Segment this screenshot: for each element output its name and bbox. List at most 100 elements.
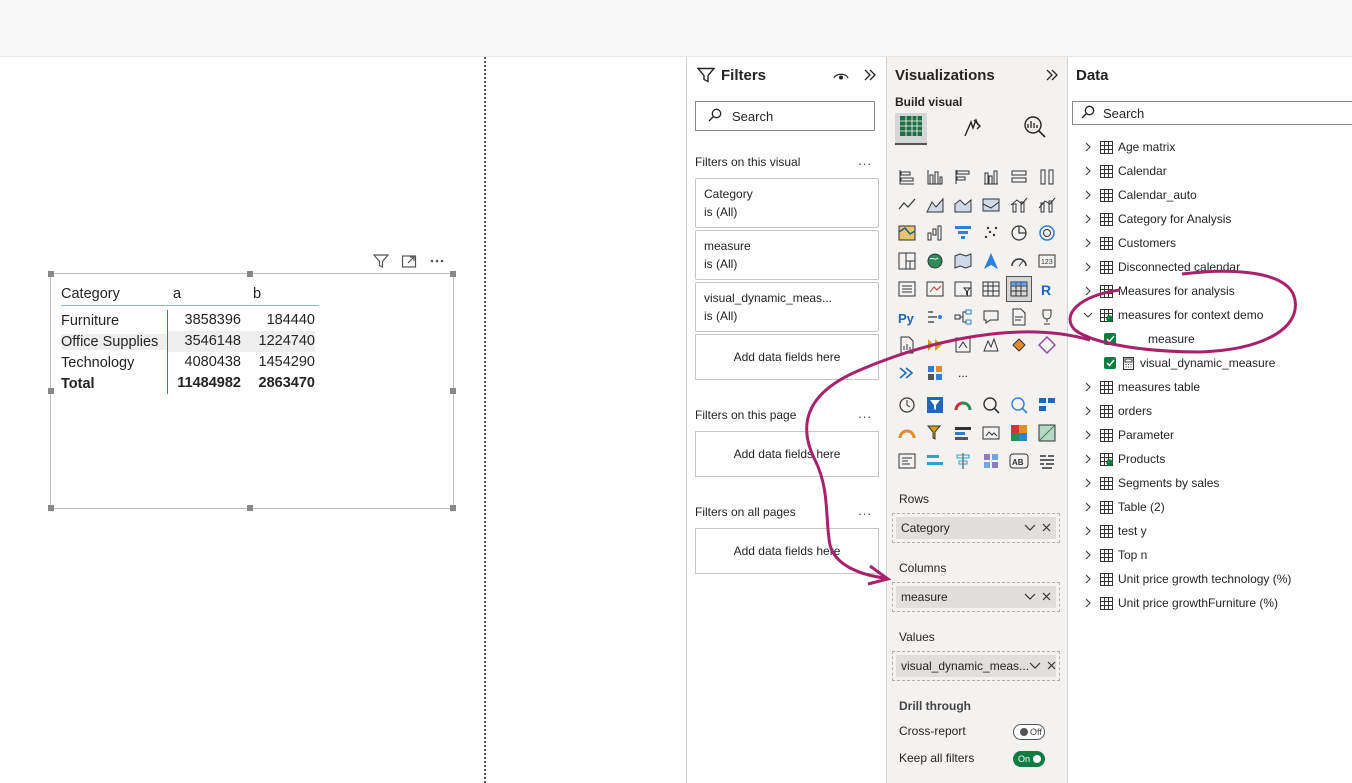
clustered-bar-chart-icon[interactable] <box>951 165 975 189</box>
table-item[interactable]: Unit price growthFurniture (%) <box>1082 591 1291 615</box>
add-visual-filter-drop[interactable]: Add data fields here <box>695 334 879 380</box>
narrative-icon[interactable] <box>1007 305 1031 329</box>
power-automate-icon[interactable] <box>923 333 947 357</box>
data-search-input[interactable]: Search <box>1072 101 1352 125</box>
card-icon[interactable]: 123 <box>1035 249 1059 273</box>
100-stacked-bar-icon[interactable] <box>1007 165 1031 189</box>
100-stacked-column-icon[interactable] <box>1035 165 1059 189</box>
filter-card-category[interactable]: Category is (All) <box>695 178 879 228</box>
chevron-right-icon[interactable] <box>1082 142 1094 152</box>
table-item[interactable]: Table (2) <box>1082 495 1291 519</box>
gauge-color-icon[interactable] <box>951 393 975 417</box>
header-a[interactable]: a <box>173 286 253 302</box>
tornado-chart-icon[interactable] <box>951 449 975 473</box>
header-category[interactable]: Category <box>61 286 173 302</box>
table-item[interactable]: Age matrix <box>1082 135 1291 159</box>
filter-icon[interactable] <box>372 252 390 270</box>
pie-chart-icon[interactable] <box>1007 221 1031 245</box>
table-item[interactable]: Products <box>1082 447 1291 471</box>
image-visual-icon[interactable] <box>979 421 1003 445</box>
resize-handle[interactable] <box>247 505 253 511</box>
more-visuals-icon[interactable]: ... <box>951 361 975 385</box>
paginated-report-icon[interactable] <box>895 333 919 357</box>
line-clustered-column-icon[interactable] <box>1007 193 1031 217</box>
chevron-right-icon[interactable] <box>1082 454 1094 464</box>
values-field-pill[interactable]: visual_dynamic_meas... <box>896 655 1056 677</box>
keep-all-filters-toggle[interactable]: On <box>1013 751 1045 767</box>
waterfall-chart-icon[interactable] <box>895 221 919 245</box>
resize-handle[interactable] <box>450 388 456 394</box>
timeline-icon[interactable] <box>951 421 975 445</box>
table-item[interactable]: orders <box>1082 399 1291 423</box>
table-row[interactable]: Technology 4080438 1454290 <box>61 352 319 373</box>
table-item[interactable]: test y <box>1082 519 1291 543</box>
line-stacked-column-icon[interactable] <box>1035 193 1059 217</box>
close-icon[interactable] <box>1047 659 1056 673</box>
table-item[interactable]: measures table <box>1082 375 1291 399</box>
chevron-right-icon[interactable] <box>1082 406 1094 416</box>
chevron-down-icon[interactable] <box>1029 659 1041 673</box>
table-item[interactable]: Category for Analysis <box>1082 207 1291 231</box>
chevron-right-icon[interactable] <box>1082 286 1094 296</box>
chevron-right-icon[interactable] <box>1082 430 1094 440</box>
close-icon[interactable] <box>1042 590 1051 604</box>
table-row[interactable]: Office Supplies 3546148 1224740 <box>61 331 319 352</box>
gradient-visual-icon[interactable] <box>1035 421 1059 445</box>
build-tab-fields[interactable] <box>895 113 927 145</box>
total-row[interactable]: Total 11484982 2863470 <box>61 373 319 394</box>
chevron-right-icon[interactable] <box>1082 166 1094 176</box>
chevron-right-icon[interactable] <box>1082 550 1094 560</box>
table-item[interactable]: Unit price growth technology (%) <box>1082 567 1291 591</box>
kpi-icon[interactable] <box>923 277 947 301</box>
rows-well[interactable]: Category <box>892 513 1060 543</box>
table-item[interactable]: Calendar <box>1082 159 1291 183</box>
filled-map-icon[interactable] <box>951 249 975 273</box>
word-cloud-icon[interactable] <box>1035 449 1059 473</box>
checkbox-checked-icon[interactable] <box>1104 333 1116 345</box>
blocks-visual-icon[interactable] <box>1035 393 1059 417</box>
table-item[interactable]: Customers <box>1082 231 1291 255</box>
table-item[interactable]: Calendar_auto <box>1082 183 1291 207</box>
gauge-icon[interactable] <box>1007 249 1031 273</box>
resize-handle[interactable] <box>450 505 456 511</box>
eye-icon[interactable] <box>833 69 849 87</box>
matrix-visual[interactable]: Category a b Furniture 3858396 184440 Of… <box>48 271 456 511</box>
values-well[interactable]: visual_dynamic_meas... <box>892 651 1060 681</box>
key-influencers-icon[interactable] <box>923 305 947 329</box>
filters-search-input[interactable]: Search <box>695 101 875 131</box>
cross-report-toggle[interactable]: Off <box>1013 724 1045 740</box>
clustered-column-chart-icon[interactable] <box>979 165 1003 189</box>
build-tab-analytics[interactable] <box>1019 113 1051 145</box>
ribbon-chart-icon[interactable] <box>979 193 1003 217</box>
r-script-icon[interactable]: R <box>1035 277 1059 301</box>
text-filter-icon[interactable] <box>895 449 919 473</box>
checkbox-checked-icon[interactable] <box>1104 357 1116 369</box>
collapse-pane-icon[interactable] <box>1045 68 1059 87</box>
qna-magnifier-icon[interactable] <box>979 393 1003 417</box>
gauge-half-icon[interactable] <box>895 421 919 445</box>
custom-filter-icon[interactable] <box>923 393 947 417</box>
table-item[interactable]: Parameter <box>1082 423 1291 447</box>
custom-visual-5-icon[interactable] <box>895 361 919 385</box>
chevron-right-icon[interactable] <box>1082 382 1094 392</box>
more-options-icon[interactable] <box>428 252 446 270</box>
chevron-right-icon[interactable] <box>1082 574 1094 584</box>
custom-visual-2-icon[interactable] <box>979 333 1003 357</box>
more-options-icon[interactable]: ... <box>858 406 872 421</box>
chevron-right-icon[interactable] <box>1082 238 1094 248</box>
attribute-slicer-icon[interactable] <box>923 421 947 445</box>
rows-field-pill[interactable]: Category <box>896 517 1056 539</box>
build-tab-format[interactable] <box>957 113 989 145</box>
python-icon[interactable]: Py <box>895 305 919 329</box>
chevron-right-icon[interactable] <box>1082 262 1094 272</box>
qa-icon[interactable] <box>979 305 1003 329</box>
ab-test-icon[interactable]: AB <box>1007 449 1031 473</box>
chevron-down-icon[interactable] <box>1024 521 1036 535</box>
table-item-expanded[interactable]: measures for context demo <box>1082 303 1291 327</box>
chevron-right-icon[interactable] <box>1082 478 1094 488</box>
custom-visual-3-icon[interactable] <box>1007 333 1031 357</box>
area-chart-icon[interactable] <box>923 193 947 217</box>
scatter-chart-icon[interactable] <box>979 221 1003 245</box>
donut-chart-icon[interactable] <box>1035 221 1059 245</box>
table-item[interactable]: Segments by sales <box>1082 471 1291 495</box>
